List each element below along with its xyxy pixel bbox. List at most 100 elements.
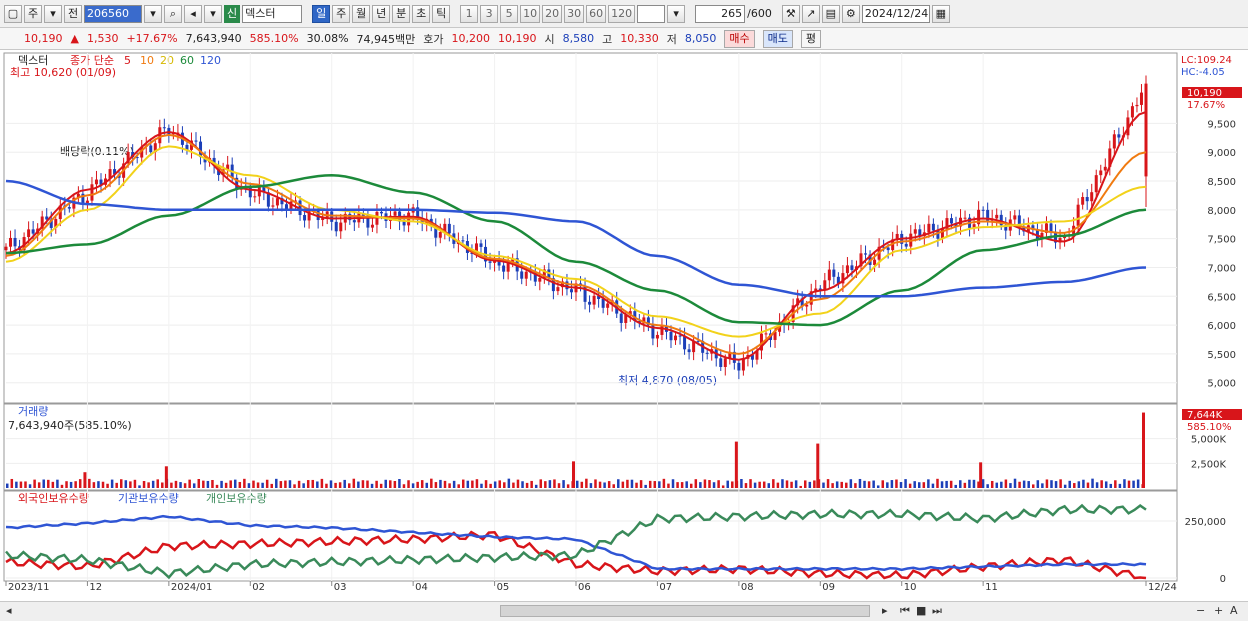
- volume-bar: [24, 481, 27, 488]
- interval-dropdown-icon[interactable]: ▾: [667, 4, 686, 23]
- search-icon[interactable]: ⌕: [164, 4, 182, 23]
- eval-button[interactable]: 평: [800, 29, 822, 48]
- horizontal-scrollbar[interactable]: ◂ ▸ ⏮ ■ ⏭ − + A: [0, 601, 1248, 621]
- gear-icon[interactable]: ⚙: [841, 4, 860, 23]
- candle-body: [1076, 204, 1080, 226]
- candle-body: [31, 229, 35, 234]
- scroll-thumb[interactable]: [500, 605, 870, 617]
- quote-bar: 10,190 ▲ 1,530 +17.67% 7,643,940 585.10%…: [0, 28, 1248, 50]
- count-total: /600: [747, 7, 772, 20]
- volume-bar: [767, 483, 771, 488]
- volume-bar: [1022, 480, 1026, 488]
- volume-bar: [644, 484, 647, 488]
- chart-tools-icon[interactable]: ⚒: [781, 4, 800, 23]
- buy-button[interactable]: 매수: [724, 29, 755, 48]
- interval-60-button[interactable]: 60: [586, 4, 607, 23]
- scroll-stop-icon[interactable]: ■: [916, 604, 926, 617]
- candle-body: [4, 246, 8, 251]
- volume-bar: [443, 480, 447, 488]
- volume-bar: [270, 483, 273, 488]
- interval-custom-input[interactable]: [637, 4, 666, 23]
- candle-body: [827, 269, 831, 281]
- interval-5-button[interactable]: 5: [500, 4, 519, 23]
- market-badge: 신: [224, 4, 241, 23]
- period-year-tab[interactable]: 년: [372, 4, 391, 23]
- scroll-last-icon[interactable]: ⏭: [932, 604, 942, 618]
- volume-bar: [434, 482, 438, 488]
- volume-bar: [1073, 483, 1076, 488]
- prev-button[interactable]: 전: [64, 4, 82, 23]
- price-y-tick: 6,000: [1207, 321, 1236, 332]
- candle-body: [1130, 106, 1134, 118]
- date-input[interactable]: 2024/12/24: [861, 4, 930, 23]
- window-icon[interactable]: ▢: [4, 4, 22, 23]
- volume-bar: [699, 482, 702, 488]
- volume-bar: [33, 479, 36, 488]
- candle-body: [330, 211, 334, 222]
- price-change: 1,530: [86, 32, 119, 45]
- period-day-tab[interactable]: 일: [312, 4, 331, 23]
- calendar-icon[interactable]: ▦: [931, 4, 950, 23]
- volume-bar: [762, 481, 766, 488]
- candle-body: [588, 301, 592, 305]
- sell-button[interactable]: 매도: [762, 29, 793, 48]
- line-tool-icon[interactable]: ↗: [801, 4, 820, 23]
- zoom-in-icon[interactable]: +: [1214, 604, 1223, 617]
- candle-body: [963, 217, 967, 219]
- volume-y-tick: 5,000K: [1191, 435, 1227, 446]
- volume-bar: [799, 485, 802, 488]
- volume-bar: [370, 483, 374, 488]
- count-input[interactable]: 265: [695, 4, 746, 23]
- interval-20-button[interactable]: 20: [542, 4, 563, 23]
- code-dropdown-icon[interactable]: ▾: [144, 4, 162, 23]
- type-select[interactable]: 주: [24, 4, 42, 23]
- volume-bar: [708, 480, 711, 488]
- period-tick-tab[interactable]: 틱: [432, 4, 451, 23]
- speaker-icon[interactable]: ◂: [184, 4, 202, 23]
- font-size-icon[interactable]: A: [1230, 604, 1238, 617]
- volume-bar: [1123, 479, 1126, 488]
- period-second-tab[interactable]: 초: [412, 4, 431, 23]
- candle-body: [1144, 83, 1148, 177]
- save-icon[interactable]: ▤: [821, 4, 840, 23]
- price-marker-value: 10,190: [1187, 88, 1222, 99]
- interval-1-button[interactable]: 1: [460, 4, 479, 23]
- volume-bar: [37, 482, 41, 488]
- volume-bar: [1045, 479, 1049, 488]
- period-week-tab[interactable]: 주: [332, 4, 351, 23]
- volume-bar: [566, 484, 570, 488]
- volume-spike-bar: [572, 461, 575, 488]
- interval-120-button[interactable]: 120: [608, 4, 636, 23]
- scroll-first-icon[interactable]: ⏮: [900, 604, 910, 618]
- volume-bar: [813, 480, 816, 488]
- zoom-out-icon[interactable]: −: [1196, 604, 1205, 617]
- volume-bar: [275, 478, 278, 488]
- interval-10-button[interactable]: 10: [520, 4, 541, 23]
- interval-30-button[interactable]: 30: [564, 4, 585, 23]
- volume-bar: [384, 479, 387, 488]
- volume-bar: [617, 479, 620, 488]
- type-dropdown-icon[interactable]: ▾: [44, 4, 62, 23]
- speaker-dropdown-icon[interactable]: ▾: [204, 4, 222, 23]
- stock-code-input[interactable]: 206560: [84, 4, 142, 23]
- period-month-tab[interactable]: 월: [352, 4, 371, 23]
- stock-name-field[interactable]: 덱스터: [242, 4, 303, 23]
- volume-bar: [379, 483, 383, 488]
- candle-body: [678, 335, 682, 337]
- volume-bar: [192, 483, 196, 488]
- volume-bar: [1100, 480, 1103, 488]
- volume-bar: [516, 479, 520, 488]
- candle-body: [1094, 175, 1098, 193]
- period-minute-tab[interactable]: 분: [392, 4, 411, 23]
- volume-bar: [753, 482, 757, 488]
- scroll-left-icon[interactable]: ◂: [6, 604, 12, 617]
- volume-y-tick: 2,500K: [1191, 459, 1227, 470]
- candle-body: [660, 325, 664, 335]
- volume-spike-bar: [979, 462, 983, 488]
- volume-bar: [211, 479, 214, 488]
- volume-bar: [411, 483, 415, 488]
- interval-3-button[interactable]: 3: [480, 4, 499, 23]
- scroll-right-icon[interactable]: ▸: [882, 604, 888, 617]
- volume-bar: [448, 483, 451, 488]
- open-price: 8,580: [562, 32, 595, 45]
